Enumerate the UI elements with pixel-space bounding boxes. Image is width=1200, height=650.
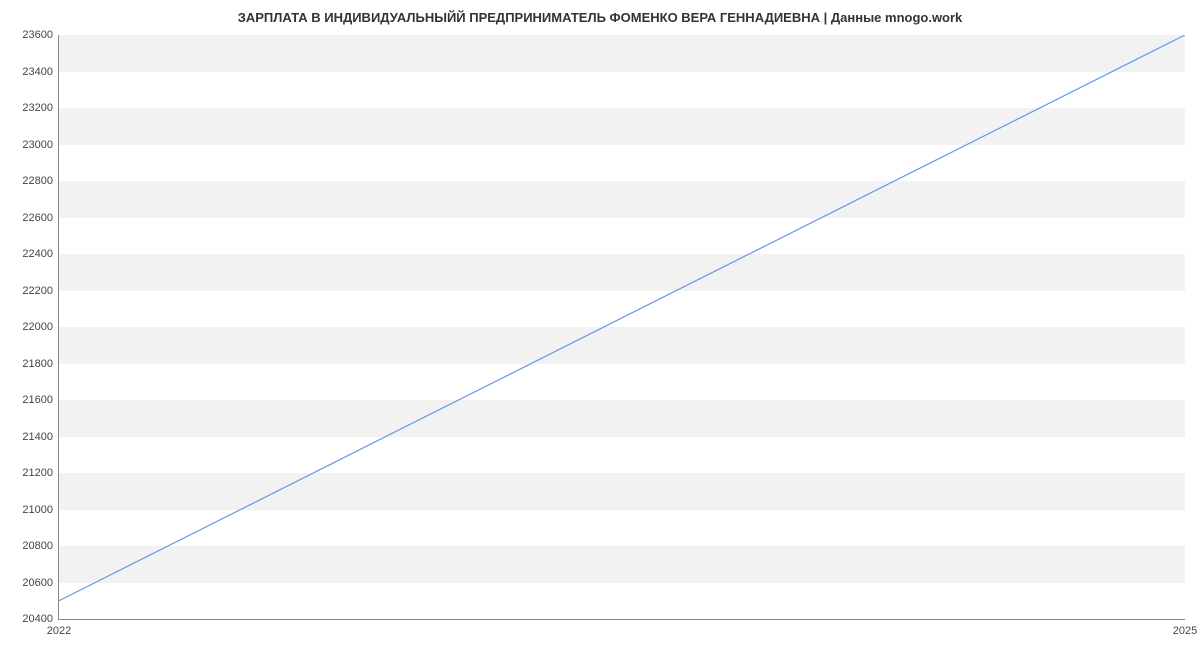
grid-band: [59, 400, 1185, 437]
y-tick-label: 23400: [22, 66, 53, 78]
grid-band: [59, 327, 1185, 364]
grid-band: [59, 108, 1185, 145]
y-tick-label: 20400: [22, 613, 53, 625]
y-tick-label: 22400: [22, 248, 53, 260]
y-tick-label: 21000: [22, 504, 53, 516]
y-tick-label: 20800: [22, 540, 53, 552]
y-tick-label: 21400: [22, 431, 53, 443]
y-tick-label: 21200: [22, 467, 53, 479]
x-tick-label: 2022: [47, 625, 71, 637]
x-tick-label: 2025: [1173, 625, 1197, 637]
y-tick-label: 21800: [22, 358, 53, 370]
y-tick-label: 20600: [22, 577, 53, 589]
grid-band: [59, 254, 1185, 291]
y-tick-label: 23600: [22, 29, 53, 41]
grid-band: [59, 35, 1185, 72]
grid-band: [59, 473, 1185, 510]
y-tick-label: 22800: [22, 175, 53, 187]
chart-title: ЗАРПЛАТА В ИНДИВИДУАЛЬНЫЙЙ ПРЕДПРИНИМАТЕ…: [0, 0, 1200, 30]
y-tick-label: 22000: [22, 321, 53, 333]
grid-band: [59, 546, 1185, 583]
y-tick-label: 23000: [22, 139, 53, 151]
y-tick-label: 21600: [22, 394, 53, 406]
y-tick-label: 22600: [22, 212, 53, 224]
y-tick-label: 23200: [22, 102, 53, 114]
grid-band: [59, 181, 1185, 218]
y-tick-label: 22200: [22, 285, 53, 297]
plot-area: 2040020600208002100021200214002160021800…: [58, 35, 1185, 620]
chart-container: 2040020600208002100021200214002160021800…: [58, 35, 1185, 620]
